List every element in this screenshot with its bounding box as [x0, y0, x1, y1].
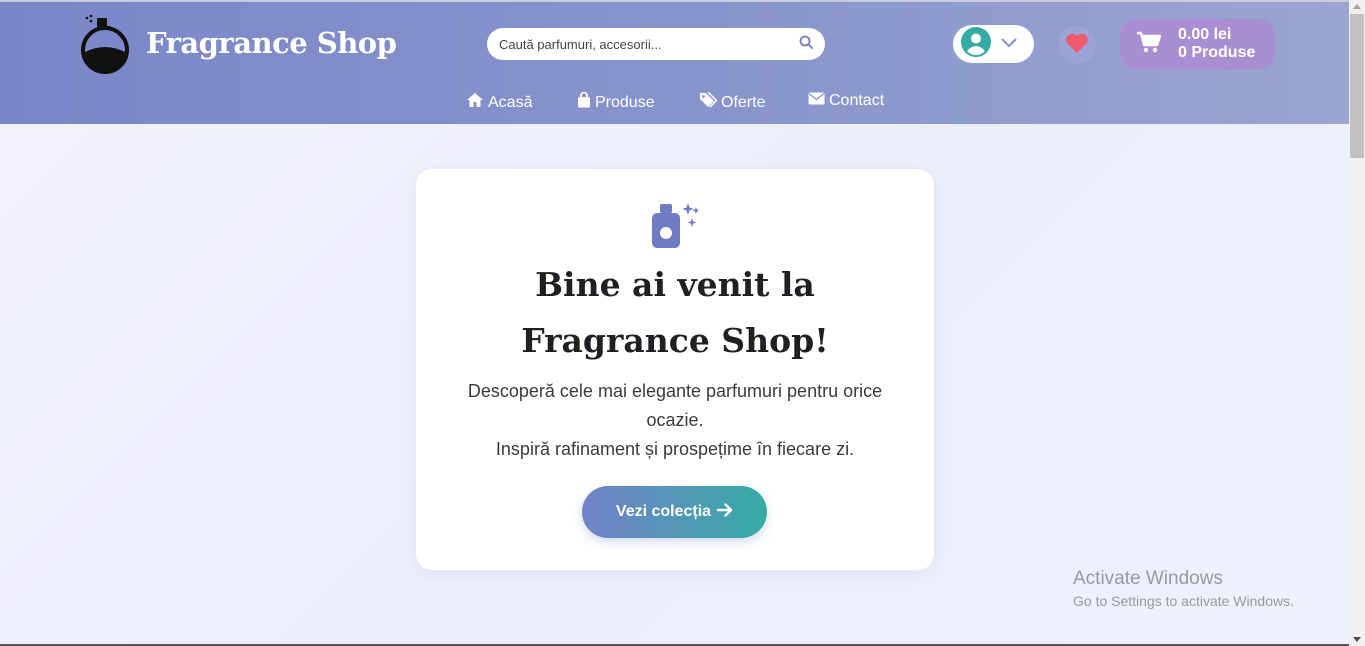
cart-count: 0 Produse: [1178, 44, 1256, 61]
scrollbar-thumb[interactable]: [1350, 14, 1364, 158]
nav-item-label: Contact: [829, 92, 885, 109]
logo[interactable]: Fragrance Shop: [80, 12, 397, 74]
nav-item-label: Acasă: [488, 93, 533, 111]
watermark-title: Activate Windows: [1073, 568, 1223, 589]
main-nav: Acasă Produse Oferte Contact: [0, 91, 1349, 114]
cart-summary: 0.00 lei 0 Produse: [1178, 26, 1255, 62]
view-collection-button[interactable]: Vezi colecția: [582, 486, 767, 538]
nav-item-contact[interactable]: Contact: [808, 92, 884, 110]
envelope-icon: [808, 92, 825, 110]
cart-total: 0.00 lei: [1178, 26, 1232, 43]
home-icon: [466, 92, 484, 113]
perfume-bottle-icon: [80, 12, 130, 74]
arrow-right-icon: [716, 502, 733, 522]
hero-title: Bine ai venit la Fragrance Shop!: [521, 265, 829, 360]
cta-label: Vezi colecția: [615, 503, 712, 520]
account-dropdown[interactable]: [953, 25, 1034, 63]
spray-bottle-sparkle-icon: [650, 201, 700, 256]
hero-description-line: Descoperă cele mai elegante parfumuri pe…: [467, 381, 883, 430]
search-input[interactable]: [499, 36, 799, 52]
nav-item-offers[interactable]: Oferte: [699, 92, 765, 113]
scroll-down-arrow-icon[interactable]: [1349, 632, 1365, 646]
hero-description-line: Inspiră rafinament și prospețime în fiec…: [495, 439, 855, 459]
search-icon[interactable]: [799, 35, 813, 54]
logo-text: Fragrance Shop: [146, 26, 397, 60]
chevron-down-icon: [1001, 35, 1017, 53]
site-header: Fragrance Shop 0.00 lei 0 Produse A: [0, 0, 1349, 124]
hero-description: Descoperă cele mai elegante parfumuri pe…: [456, 377, 894, 464]
cart-button[interactable]: 0.00 lei 0 Produse: [1120, 19, 1275, 69]
cart-icon: [1136, 31, 1162, 58]
search-bar: [487, 28, 825, 60]
nav-item-products[interactable]: Produse: [577, 91, 655, 113]
watermark-subtitle: Go to Settings to activate Windows.: [1073, 593, 1294, 609]
scroll-up-arrow-icon[interactable]: [1349, 0, 1365, 14]
shopping-bag-icon: [577, 91, 591, 113]
tags-icon: [699, 92, 718, 113]
wishlist-button[interactable]: [1058, 26, 1096, 64]
heart-icon: [1065, 32, 1089, 59]
nav-item-label: Produse: [595, 93, 655, 111]
nav-item-label: Oferte: [721, 93, 766, 111]
hero-card: Bine ai venit la Fragrance Shop! Descope…: [416, 169, 934, 570]
user-circle-icon: [961, 26, 991, 62]
windows-activation-watermark: Activate Windows Go to Settings to activ…: [1073, 568, 1294, 609]
vertical-scrollbar[interactable]: [1349, 0, 1365, 646]
nav-item-home[interactable]: Acasă: [466, 92, 532, 113]
